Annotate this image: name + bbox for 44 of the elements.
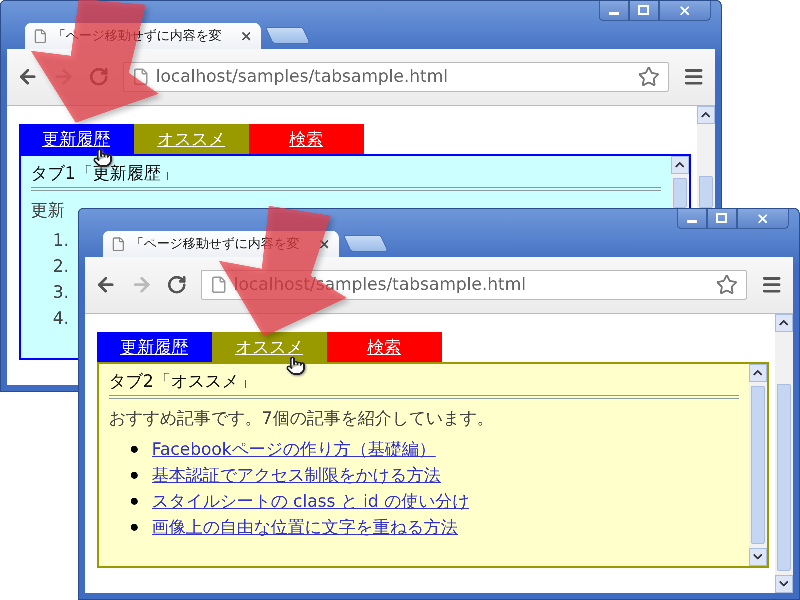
article-link[interactable]: スタイルシートの class と id の使い分け xyxy=(152,490,470,512)
scrollbar-thumb[interactable] xyxy=(673,178,687,208)
page-tab[interactable]: 検索 xyxy=(249,124,364,154)
scrollbar-thumb[interactable] xyxy=(751,386,765,544)
close-icon[interactable] xyxy=(737,209,789,229)
bullet-icon xyxy=(131,524,138,530)
scroll-down-button[interactable] xyxy=(775,575,793,593)
star-icon[interactable] xyxy=(638,66,660,88)
panel-text: 更新 xyxy=(31,200,66,222)
close-icon[interactable] xyxy=(659,1,711,21)
menu-icon[interactable] xyxy=(683,66,705,88)
menu-icon[interactable] xyxy=(761,274,783,296)
scroll-down-button[interactable] xyxy=(749,548,767,566)
back-icon[interactable] xyxy=(17,66,39,88)
article-link[interactable]: Facebookページの作り方（基礎編） xyxy=(152,438,436,460)
minimize-icon[interactable] xyxy=(599,1,629,21)
scroll-up-button[interactable] xyxy=(697,106,715,124)
scroll-up-button[interactable] xyxy=(749,364,767,382)
close-icon[interactable] xyxy=(318,238,331,250)
article-link[interactable]: 基本認証でアクセス制限をかける方法 xyxy=(152,464,441,486)
list-number: 2. xyxy=(53,257,70,277)
bullet-icon xyxy=(131,446,138,452)
bullet-icon xyxy=(131,498,138,504)
panel-text: おすすめ記事です。7個の記事を紹介しています。 xyxy=(109,408,495,430)
panel-heading: タブ2「オススメ」 xyxy=(109,370,739,399)
close-icon[interactable] xyxy=(240,30,253,42)
article-link[interactable]: 画像上の自由な位置に文字を重ねる方法 xyxy=(152,516,458,538)
scrollbar-thumb[interactable] xyxy=(699,176,713,208)
reload-icon[interactable] xyxy=(167,275,187,295)
page-icon xyxy=(33,28,48,44)
page-tab[interactable]: 更新履歴 xyxy=(97,332,212,362)
back-icon[interactable] xyxy=(95,274,117,296)
scrollbar-thumb[interactable] xyxy=(777,384,791,571)
list-number: 1. xyxy=(53,231,70,251)
maximize-icon[interactable] xyxy=(707,209,737,229)
maximize-icon[interactable] xyxy=(629,1,659,21)
page-tab[interactable]: 検索 xyxy=(327,332,442,362)
scroll-up-button[interactable] xyxy=(671,156,689,174)
bullet-icon xyxy=(131,472,138,478)
scroll-up-button[interactable] xyxy=(775,314,793,332)
list-number: 3. xyxy=(53,283,70,303)
page-icon xyxy=(111,236,126,252)
minimize-icon[interactable] xyxy=(677,209,707,229)
list-number: 4. xyxy=(53,309,70,329)
